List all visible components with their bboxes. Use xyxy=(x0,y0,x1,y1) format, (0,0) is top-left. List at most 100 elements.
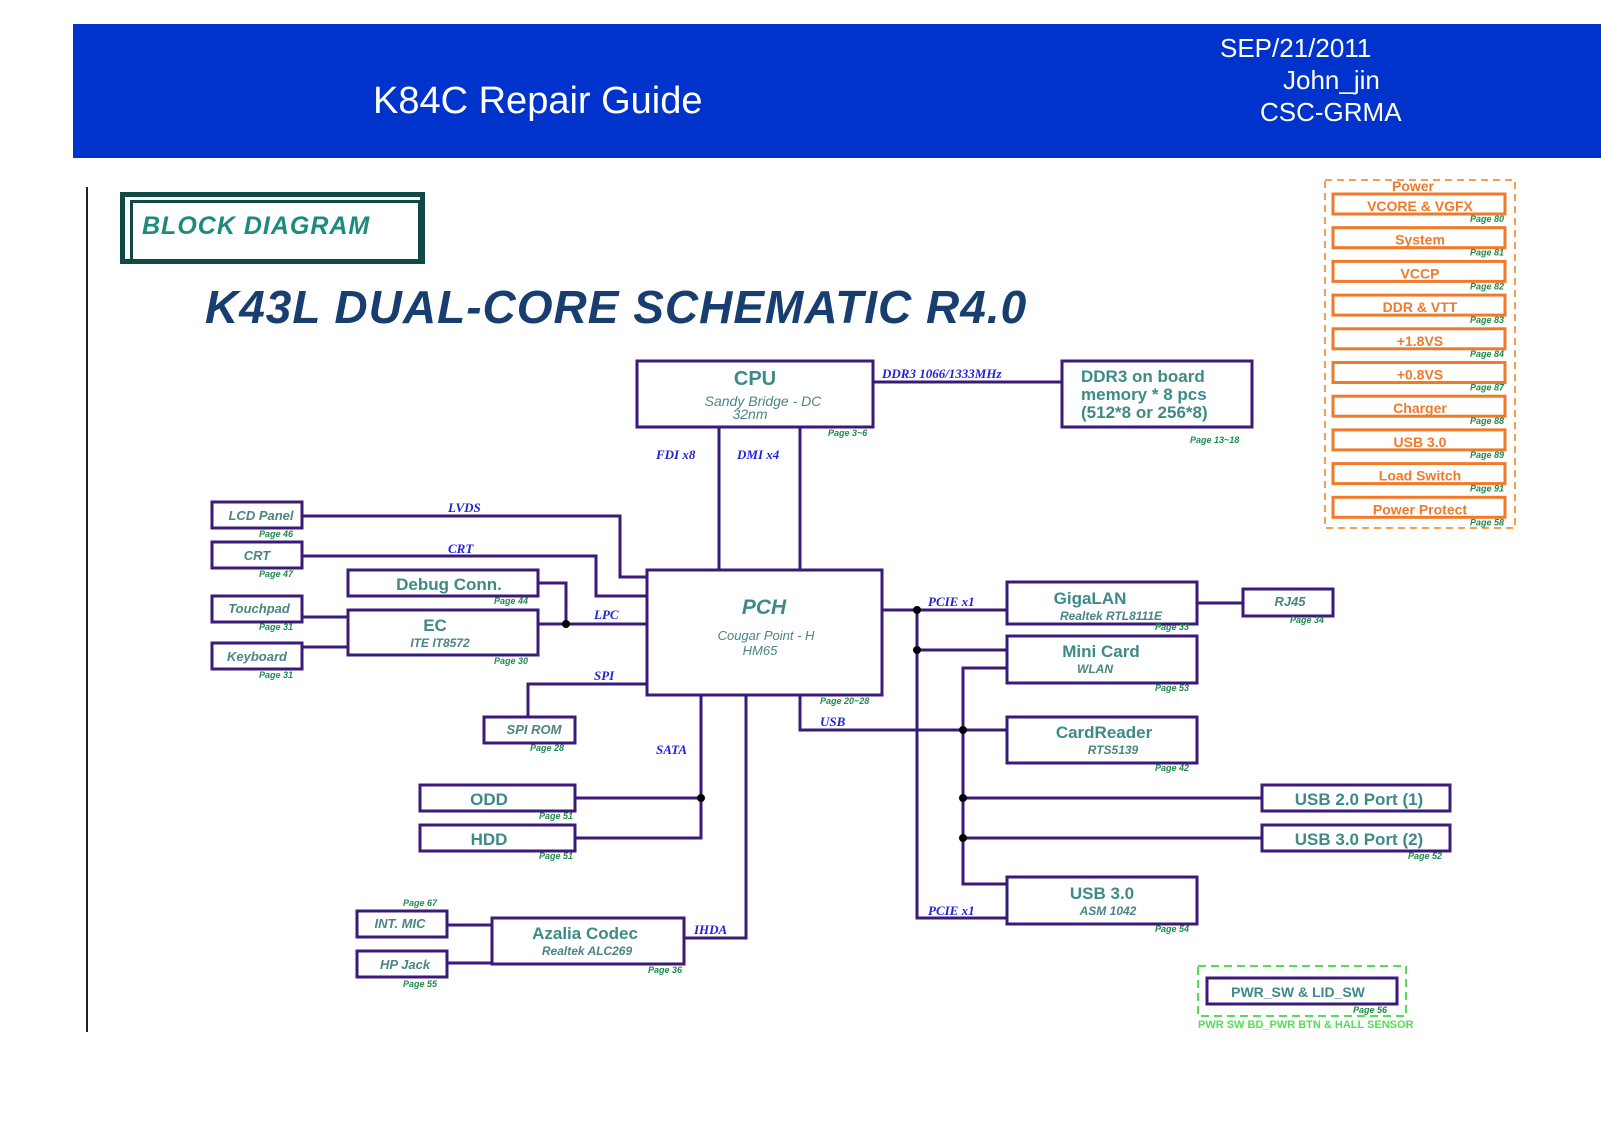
wire-sata xyxy=(575,695,703,840)
power-item-page: Page 81 xyxy=(1470,248,1504,258)
ddr3-page: Page 13~18 xyxy=(1190,435,1239,445)
usb2port-title: USB 2.0 Port (1) xyxy=(1295,790,1423,809)
cpu-sub2: 32nm xyxy=(732,406,767,422)
junction-dot xyxy=(959,834,967,842)
power-item-page: Page 83 xyxy=(1470,315,1504,325)
power-item-label: Charger xyxy=(1393,400,1447,416)
debug-title: Debug Conn. xyxy=(396,575,502,594)
bus-spi-label: SPI xyxy=(594,668,615,683)
junction-dot xyxy=(697,794,705,802)
bus-lvds-label: LVDS xyxy=(447,500,481,515)
intmic-title: INT. MIC xyxy=(374,916,426,931)
bus-usb-label: USB xyxy=(820,714,846,729)
intmic-page: Page 67 xyxy=(403,898,438,908)
bus-ddr3-label: DDR3 1066/1333MHz xyxy=(881,366,1002,381)
azalia-page: Page 36 xyxy=(648,965,683,975)
hdd-page: Page 51 xyxy=(539,851,573,861)
bus-pcie-label: PCIE x1 xyxy=(928,594,975,609)
power-item-label: USB 3.0 xyxy=(1394,434,1447,450)
pch-title: PCH xyxy=(742,596,787,619)
bus-sata-label: SATA xyxy=(656,742,687,757)
power-item-label: Power Protect xyxy=(1373,501,1467,517)
power-item-page: Page 58 xyxy=(1470,517,1504,527)
azalia-title: Azalia Codec xyxy=(532,924,638,943)
power-item-label: VCCP xyxy=(1401,265,1440,281)
bus-lpc-label: LPC xyxy=(593,607,619,622)
usb3-title: USB 3.0 xyxy=(1070,884,1134,903)
bus-crt-label: CRT xyxy=(448,541,474,556)
wire-spi xyxy=(526,682,647,717)
power-item-label: +1.8VS xyxy=(1397,333,1443,349)
minicard-page: Page 53 xyxy=(1155,683,1189,693)
junction-dot xyxy=(959,794,967,802)
power-item-page: Page 80 xyxy=(1470,214,1504,224)
touchpad-title: Touchpad xyxy=(228,601,291,616)
cpu-title: CPU xyxy=(734,368,776,390)
power-item-label: VCORE & VGFX xyxy=(1367,198,1473,214)
power-item-page: Page 84 xyxy=(1470,349,1504,359)
minicard-sub1: WLAN xyxy=(1077,662,1113,676)
wire-ihda xyxy=(684,695,748,940)
bus-ihda-label: IHDA xyxy=(693,922,728,937)
gigalan-title: GigaLAN xyxy=(1054,589,1127,608)
boxes xyxy=(210,359,1452,1006)
junction-dot xyxy=(913,646,921,654)
power-item-label: DDR & VTT xyxy=(1383,299,1458,315)
power-item-label: System xyxy=(1395,232,1445,248)
power-heading: Power xyxy=(1392,178,1435,194)
cpu-page: Page 3~6 xyxy=(828,428,868,438)
cardreader-title: CardReader xyxy=(1056,723,1153,742)
hpjack-page: Page 55 xyxy=(403,979,438,989)
pwrsw-page: Page 56 xyxy=(1353,1005,1388,1015)
wire-usb-trunk xyxy=(961,666,1007,886)
junction-dot xyxy=(913,606,921,614)
junction-dot xyxy=(959,726,967,734)
pch-sub2: HM65 xyxy=(743,643,778,658)
azalia-sub1: Realtek ALC269 xyxy=(542,944,633,958)
crt-page: Page 47 xyxy=(259,569,294,579)
power-item-page: Page 88 xyxy=(1470,416,1504,426)
ec-sub1: ITE IT8572 xyxy=(410,636,470,650)
power-items: VCORE & VGFXPage 80 System Page 81 VCCP Page… xyxy=(1331,192,1507,527)
ddr3-line2: memory * 8 pcs xyxy=(1081,385,1207,404)
spirom-title: SPI ROM xyxy=(507,722,563,737)
crt-title: CRT xyxy=(244,548,272,563)
power-item-page: Page 91 xyxy=(1470,484,1504,494)
usb3-page: Page 54 xyxy=(1155,924,1189,934)
keyboard-title: Keyboard xyxy=(227,649,288,664)
junction-dot xyxy=(562,620,570,628)
pch-sub1: Cougar Point - H xyxy=(718,628,815,643)
spirom-page: Page 28 xyxy=(530,743,564,753)
rj45-title: RJ45 xyxy=(1274,594,1306,609)
lcd-title: LCD Panel xyxy=(228,508,293,523)
pch-page: Page 20~28 xyxy=(820,696,869,706)
hdd-title: HDD xyxy=(471,830,508,849)
ec-title: EC xyxy=(423,616,447,635)
hpjack-title: HP Jack xyxy=(380,957,431,972)
wire-debug xyxy=(538,581,568,624)
gigalan-sub1: Realtek RTL8111E xyxy=(1060,609,1163,623)
minicard-title: Mini Card xyxy=(1062,642,1139,661)
cardreader-sub1: RTS5139 xyxy=(1088,743,1139,757)
cardreader-page: Page 42 xyxy=(1155,763,1189,773)
block-diagram: CPU Sandy Bridge - DC 32nm Page 3~6 DDR3… xyxy=(210,178,1516,1031)
touchpad-page: Page 31 xyxy=(259,622,293,632)
lcd-page: Page 46 xyxy=(259,529,294,539)
usb3-sub1: ASM 1042 xyxy=(1079,904,1137,918)
ddr3-line3: (512*8 or 256*8) xyxy=(1081,403,1208,422)
usb3port-page: Page 52 xyxy=(1408,851,1442,861)
ddr3-line1: DDR3 on board xyxy=(1081,367,1205,386)
odd-title: ODD xyxy=(470,790,508,809)
pwrsw-caption: PWR SW BD_PWR BTN & HALL SENSOR xyxy=(1198,1019,1414,1031)
debug-page: Page 44 xyxy=(494,596,528,606)
power-item-label: Load Switch xyxy=(1379,468,1461,484)
power-item-page: Page 87 xyxy=(1470,383,1505,393)
power-item-page: Page 82 xyxy=(1470,281,1504,291)
usb3port-title: USB 3.0 Port (2) xyxy=(1295,830,1423,849)
power-item-page: Page 89 xyxy=(1470,450,1504,460)
ec-page: Page 30 xyxy=(494,656,528,666)
bus-pcie-label-2: PCIE x1 xyxy=(928,903,975,918)
power-item-label: +0.8VS xyxy=(1397,367,1443,383)
rj45-page: Page 34 xyxy=(1290,615,1324,625)
pwrsw-title: PWR_SW & LID_SW xyxy=(1231,984,1366,1000)
